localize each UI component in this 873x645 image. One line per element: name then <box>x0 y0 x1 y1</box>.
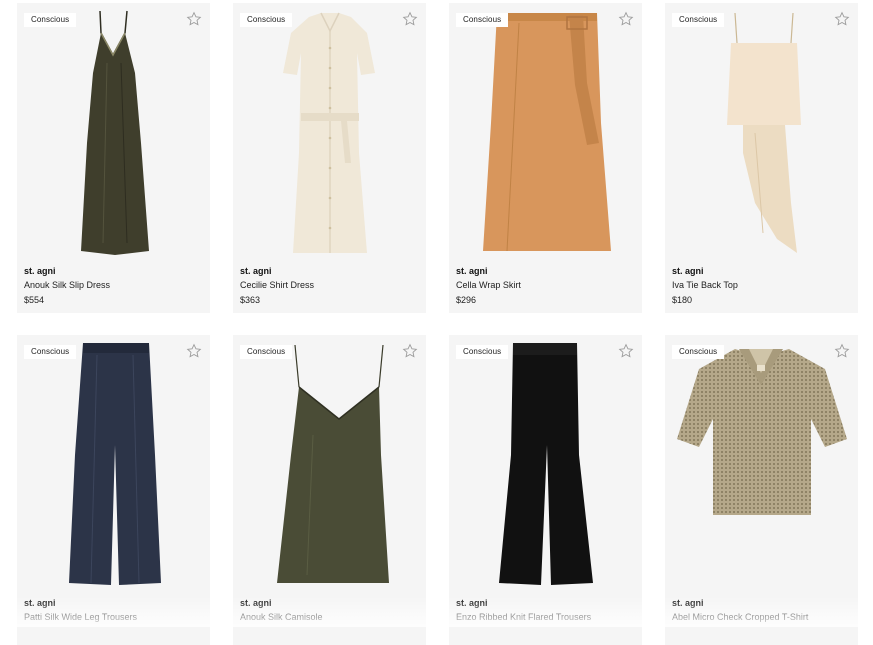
product-image-tie-back-top[interactable] <box>665 3 858 261</box>
product-image-slip-dress[interactable] <box>17 3 210 261</box>
product-image-silk-camisole[interactable] <box>233 335 426 593</box>
conscious-badge: Conscious <box>240 345 293 359</box>
conscious-badge: Conscious <box>456 345 509 359</box>
product-card[interactable]: Conscious st. agni Abel Micro Check Crop… <box>665 335 858 645</box>
product-name[interactable]: Abel Micro Check Cropped T-Shirt <box>672 610 852 625</box>
product-name[interactable]: Anouk Silk Slip Dress <box>24 278 204 293</box>
conscious-badge: Conscious <box>24 345 77 359</box>
product-info: st. agni Abel Micro Check Cropped T-Shir… <box>672 597 852 625</box>
product-brand[interactable]: st. agni <box>672 265 852 278</box>
product-card[interactable]: Conscious st. agni Anouk Silk Slip Dress… <box>17 3 210 313</box>
product-brand[interactable]: st. agni <box>240 265 420 278</box>
conscious-badge: Conscious <box>672 13 725 27</box>
conscious-badge: Conscious <box>456 13 509 27</box>
product-brand[interactable]: st. agni <box>456 265 636 278</box>
product-name[interactable]: Iva Tie Back Top <box>672 278 852 293</box>
product-info: st. agni Enzo Ribbed Knit Flared Trouser… <box>456 597 636 625</box>
star-outline-icon[interactable] <box>834 11 850 27</box>
product-info: st. agni Cecilie Shirt Dress $363 <box>240 265 420 308</box>
product-brand[interactable]: st. agni <box>24 597 204 610</box>
product-name[interactable]: Enzo Ribbed Knit Flared Trousers <box>456 610 636 625</box>
product-image-shirt-dress[interactable] <box>233 3 426 261</box>
product-info: st. agni Anouk Silk Slip Dress $554 <box>24 265 204 308</box>
product-brand[interactable]: st. agni <box>672 597 852 610</box>
star-outline-icon[interactable] <box>402 343 418 359</box>
star-outline-icon[interactable] <box>618 11 634 27</box>
conscious-badge: Conscious <box>240 13 293 27</box>
product-image-wrap-skirt[interactable] <box>449 3 642 261</box>
product-price: $180 <box>672 295 693 305</box>
product-image-check-tshirt[interactable] <box>665 335 858 593</box>
product-brand[interactable]: st. agni <box>240 597 420 610</box>
product-name[interactable]: Cecilie Shirt Dress <box>240 278 420 293</box>
product-info: st. agni Cella Wrap Skirt $296 <box>456 265 636 308</box>
product-image-flared-trousers[interactable] <box>449 335 642 593</box>
star-outline-icon[interactable] <box>834 343 850 359</box>
product-price: $554 <box>24 295 45 305</box>
product-name[interactable]: Anouk Silk Camisole <box>240 610 420 625</box>
product-name[interactable]: Cella Wrap Skirt <box>456 278 636 293</box>
product-grid: Conscious st. agni Anouk Silk Slip Dress… <box>0 0 873 645</box>
star-outline-icon[interactable] <box>402 11 418 27</box>
product-price: $296 <box>456 295 477 305</box>
product-card[interactable]: Conscious st. agni Iva Tie Back Top $180 <box>665 3 858 313</box>
star-outline-icon[interactable] <box>186 343 202 359</box>
product-card[interactable]: Conscious st. agni Cecilie Shirt Dress $… <box>233 3 426 313</box>
product-name[interactable]: Patti Silk Wide Leg Trousers <box>24 610 204 625</box>
product-card[interactable]: Conscious st. agni Enzo Ribbed Knit Flar… <box>449 335 642 645</box>
product-card[interactable]: Conscious st. agni Patti Silk Wide Leg T… <box>17 335 210 645</box>
star-outline-icon[interactable] <box>186 11 202 27</box>
star-outline-icon[interactable] <box>618 343 634 359</box>
product-brand[interactable]: st. agni <box>456 597 636 610</box>
product-brand[interactable]: st. agni <box>24 265 204 278</box>
product-info: st. agni Iva Tie Back Top $180 <box>672 265 852 308</box>
product-info: st. agni Patti Silk Wide Leg Trousers <box>24 597 204 625</box>
conscious-badge: Conscious <box>24 13 77 27</box>
product-card[interactable]: Conscious st. agni Cella Wrap Skirt $296 <box>449 3 642 313</box>
conscious-badge: Conscious <box>672 345 725 359</box>
product-info: st. agni Anouk Silk Camisole <box>240 597 420 625</box>
product-card[interactable]: Conscious st. agni Anouk Silk Camisole <box>233 335 426 645</box>
product-price: $363 <box>240 295 261 305</box>
product-image-wide-leg-trousers[interactable] <box>17 335 210 593</box>
